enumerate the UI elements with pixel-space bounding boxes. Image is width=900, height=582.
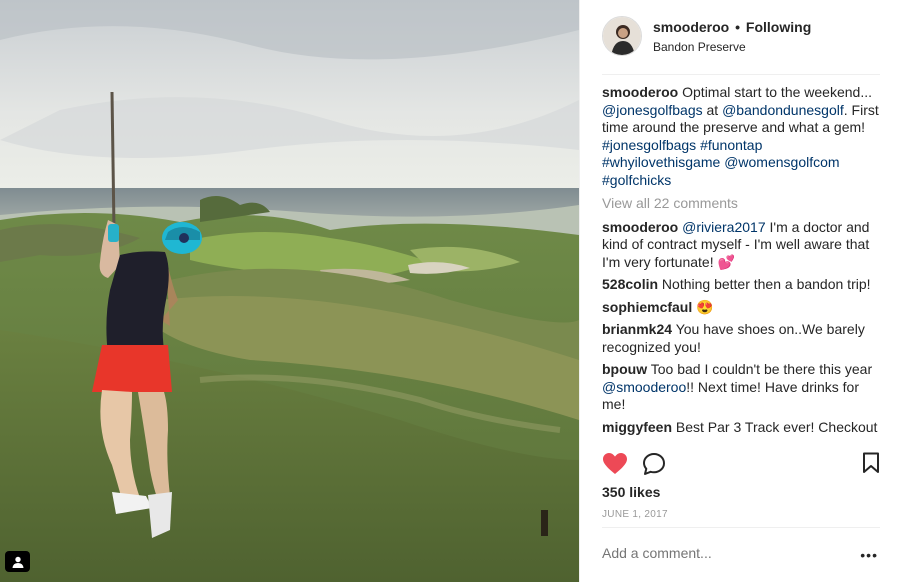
comment-username[interactable]: bpouw: [602, 361, 647, 377]
post-date[interactable]: JUNE 1, 2017: [602, 509, 668, 520]
comments-list[interactable]: smooderoo Optimal start to the weekend..…: [602, 84, 884, 445]
person-icon: [12, 556, 23, 568]
mention-link[interactable]: @bandondunesgolf: [722, 102, 844, 118]
comment-item: miggyfeen Best Par 3 Track ever! Checkou…: [602, 419, 884, 437]
comment-item: smooderoo @riviera2017 I'm a doctor and …: [602, 219, 884, 272]
action-bar: [602, 452, 880, 478]
comment-username[interactable]: miggyfeen: [602, 419, 672, 435]
likes-count[interactable]: 350 likes: [602, 484, 660, 500]
comment-text: Nothing better then a bandon trip!: [661, 276, 871, 292]
hashtag-link[interactable]: #whyilovethisgame: [602, 154, 720, 170]
heart-eyes-emoji: 😍: [696, 298, 714, 315]
caption-username[interactable]: smooderoo: [602, 84, 678, 100]
comment-item: bpouw Too bad I couldn't be there this y…: [602, 361, 884, 414]
bookmark-icon: [863, 452, 879, 473]
follow-status-button[interactable]: Following: [746, 19, 811, 35]
save-button[interactable]: [862, 452, 880, 477]
divider: [602, 74, 880, 75]
caption-text: Optimal start to the weekend...: [682, 84, 872, 100]
comment-item: sophiemcfaul 😍: [602, 299, 884, 317]
mention-link[interactable]: @smooderoo: [602, 379, 686, 395]
comment-bubble-icon: [643, 453, 665, 475]
location-link[interactable]: Bandon Preserve: [653, 40, 746, 54]
post-header: smooderoo • Following Bandon Preserve: [580, 0, 900, 75]
tagged-users-button[interactable]: [5, 551, 30, 572]
mention-link[interactable]: @womensgolfcom: [724, 154, 839, 170]
golf-course-image: [0, 0, 579, 582]
header-username-row: smooderoo • Following: [653, 19, 811, 35]
mention-link[interactable]: @riviera2017: [682, 219, 765, 235]
more-options-icon[interactable]: •••: [860, 548, 878, 562]
view-all-comments-link[interactable]: View all 22 comments: [602, 195, 884, 213]
caption: smooderoo Optimal start to the weekend..…: [602, 84, 884, 189]
post-sidebar: smooderoo • Following Bandon Preserve sm…: [579, 0, 900, 582]
hashtag-link[interactable]: #golfchicks: [602, 172, 671, 188]
comment-button[interactable]: [642, 452, 666, 479]
instagram-post: smooderoo • Following Bandon Preserve sm…: [0, 0, 900, 582]
comment-item: 528colin Nothing better then a bandon tr…: [602, 276, 884, 294]
add-comment-input[interactable]: [602, 545, 842, 561]
post-photo[interactable]: [0, 0, 579, 582]
header-username[interactable]: smooderoo: [653, 19, 729, 35]
mention-link[interactable]: @jonesgolfbags: [602, 102, 703, 118]
caption-text: at: [706, 101, 719, 118]
comment-username[interactable]: sophiemcfaul: [602, 299, 692, 315]
comment-text: Best Par 3 Track ever! Checkout: [675, 418, 878, 435]
comment-username[interactable]: brianmk24: [602, 321, 672, 337]
divider: [602, 527, 880, 528]
comment-username[interactable]: 528colin: [602, 276, 658, 292]
comment-username[interactable]: smooderoo: [602, 219, 678, 235]
comment-text: Too bad I couldn't be there this year: [650, 361, 873, 377]
like-button[interactable]: [602, 452, 628, 479]
avatar-image: [603, 17, 641, 55]
header-separator: •: [735, 19, 741, 35]
avatar[interactable]: [602, 16, 642, 56]
heart-icon: [603, 453, 627, 474]
hashtag-link[interactable]: #jonesgolfbags: [602, 137, 696, 153]
comment-item: brianmk24 You have shoes on..We barely r…: [602, 321, 884, 356]
hearts-emoji: 💕: [717, 253, 735, 270]
hashtag-link[interactable]: #funontap: [700, 137, 762, 153]
